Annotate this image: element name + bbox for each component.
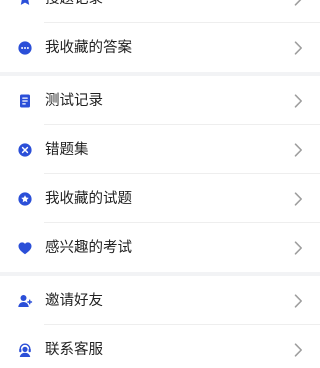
- close-circle-icon: [17, 142, 33, 158]
- menu-item-search-history[interactable]: 搜题记录: [0, 0, 320, 23]
- menu-item-invite-friends[interactable]: 邀请好友: [0, 276, 320, 325]
- menu-item-label: 测试记录: [45, 92, 103, 109]
- document-icon: [17, 93, 33, 109]
- chevron-right-icon: [294, 293, 303, 308]
- chevron-right-icon: [294, 342, 303, 357]
- profile-menu-screen: 搜题记录 我收藏的答案 测试记录: [0, 0, 320, 368]
- chevron-right-icon: [294, 93, 303, 108]
- menu-item-label: 感兴趣的考试: [45, 239, 132, 256]
- star-circle-icon: [17, 191, 33, 207]
- chevron-right-icon: [294, 191, 303, 206]
- menu-item-label: 搜题记录: [45, 0, 103, 9]
- chevron-right-icon: [294, 0, 303, 6]
- menu-group-tests: 测试记录 错题集 我收藏的试题 感兴趣的考试: [0, 76, 320, 272]
- menu-item-interested-exams[interactable]: 感兴趣的考试: [0, 223, 320, 272]
- menu-item-label: 错题集: [45, 141, 89, 158]
- menu-item-favorite-answers[interactable]: 我收藏的答案: [0, 23, 320, 72]
- menu-item-label: 我收藏的答案: [45, 39, 132, 56]
- chevron-right-icon: [294, 142, 303, 157]
- menu-group-history: 搜题记录 我收藏的答案: [0, 0, 320, 72]
- chevron-right-icon: [294, 40, 303, 55]
- heart-icon: [17, 240, 33, 256]
- menu-item-contact-support[interactable]: 联系客服: [0, 325, 320, 368]
- customer-service-icon: [17, 342, 33, 358]
- chat-bubble-icon: [17, 40, 33, 56]
- menu-item-label: 我收藏的试题: [45, 190, 132, 207]
- menu-item-label: 邀请好友: [45, 292, 103, 309]
- menu-item-wrong-questions[interactable]: 错题集: [0, 125, 320, 174]
- chevron-right-icon: [294, 240, 303, 255]
- menu-item-label: 联系客服: [45, 341, 103, 358]
- add-user-icon: [17, 293, 33, 309]
- menu-item-favorite-questions[interactable]: 我收藏的试题: [0, 174, 320, 223]
- menu-group-social: 邀请好友 联系客服: [0, 276, 320, 368]
- menu-item-test-records[interactable]: 测试记录: [0, 76, 320, 125]
- star-icon: [17, 0, 33, 7]
